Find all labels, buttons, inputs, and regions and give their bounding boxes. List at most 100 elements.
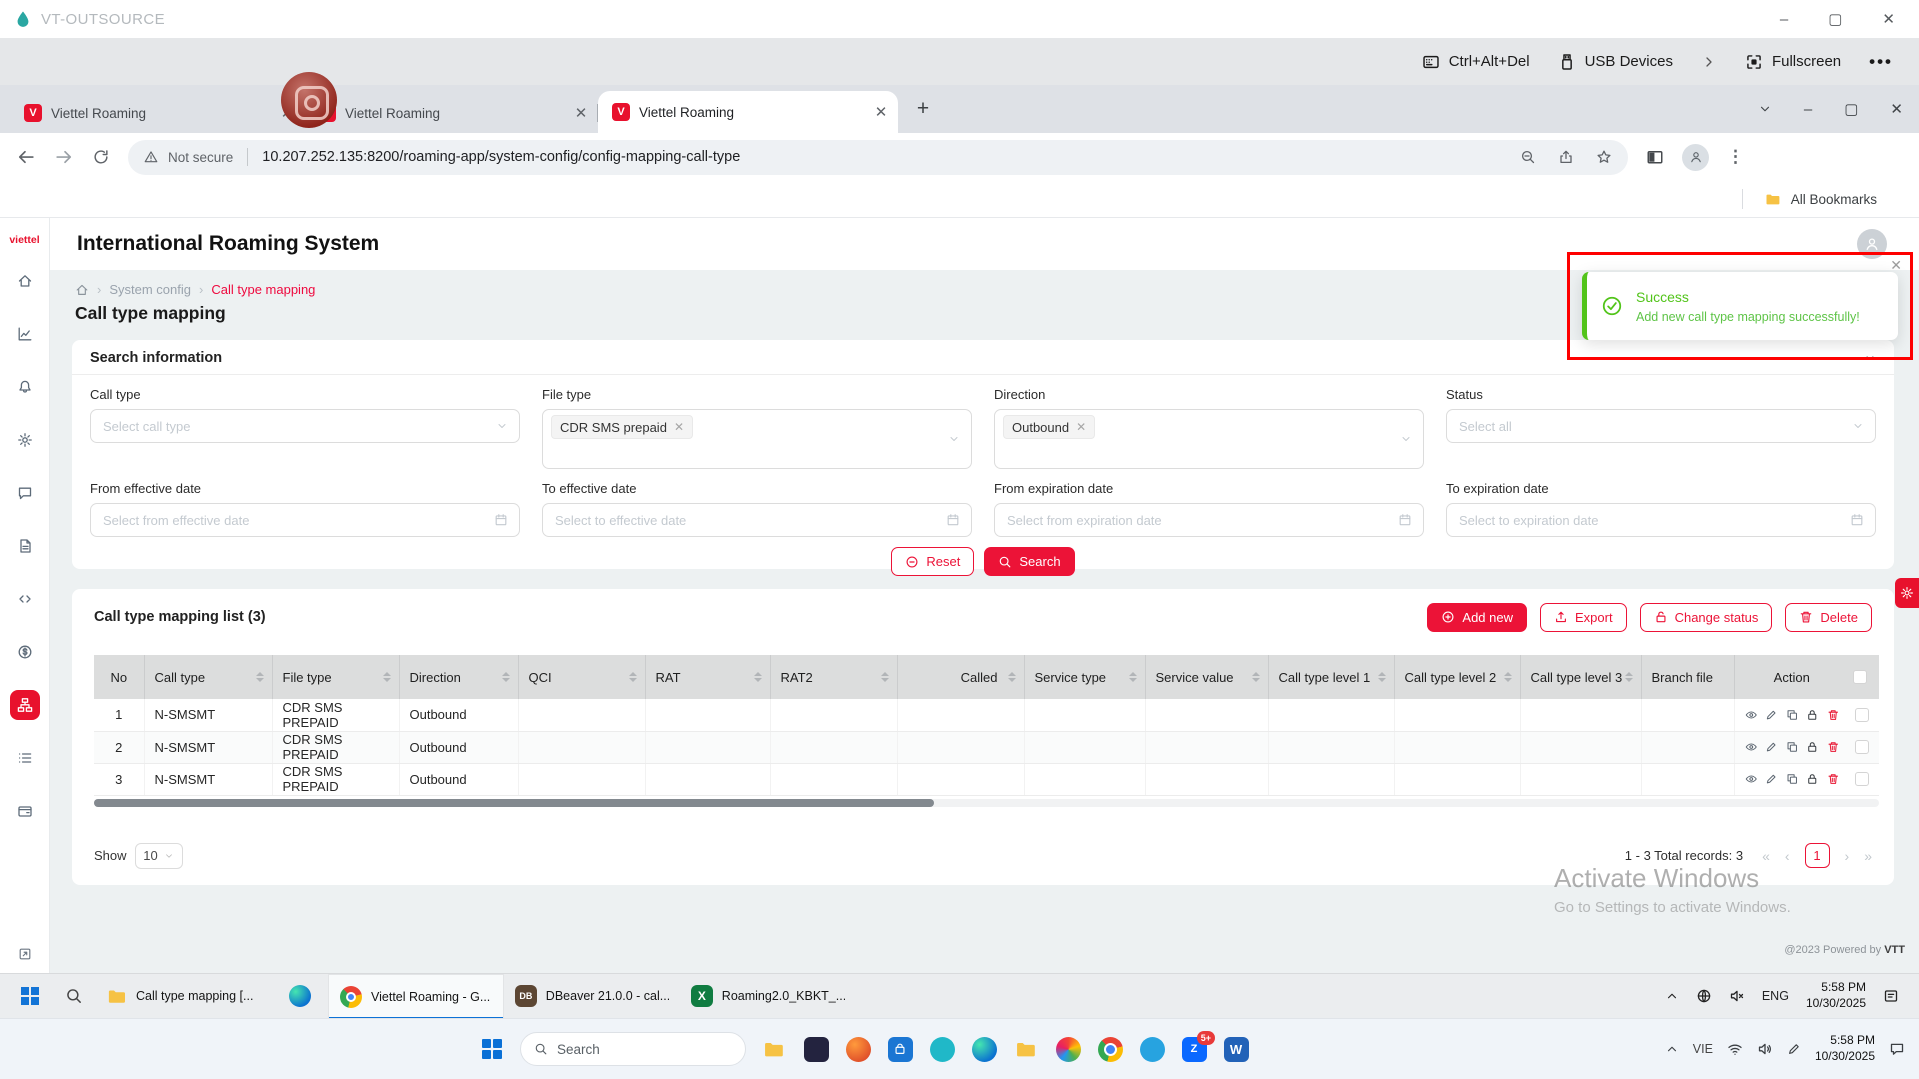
taskbar-icon-store[interactable] [886, 1035, 914, 1063]
view-icon[interactable] [1745, 772, 1758, 786]
col-call-type[interactable]: Call type [144, 655, 272, 699]
comment-icon[interactable] [1889, 1041, 1905, 1057]
sort-icon[interactable] [1129, 668, 1137, 686]
lock-icon[interactable] [1806, 772, 1819, 786]
language-indicator[interactable]: ENG [1762, 989, 1789, 1003]
notification-icon[interactable] [1883, 988, 1899, 1004]
new-tab-button[interactable]: + [906, 92, 940, 126]
sidebar-item-alerts[interactable] [10, 372, 40, 402]
side-panel-icon[interactable] [1646, 148, 1664, 166]
table-row[interactable]: 2 N-SMSMT CDR SMS PREPAID Outbound [94, 731, 1879, 763]
delete-row-icon[interactable] [1827, 708, 1840, 722]
taskbar-icon-skype[interactable] [1138, 1035, 1166, 1063]
copy-icon[interactable] [1786, 772, 1799, 786]
wifi-icon[interactable] [1727, 1041, 1743, 1057]
next-page-button[interactable]: › [1845, 848, 1850, 864]
sort-icon[interactable] [629, 668, 637, 686]
col-file-type[interactable]: File type [272, 655, 399, 699]
sort-icon[interactable] [1378, 668, 1386, 686]
zoom-out-icon[interactable] [1520, 149, 1536, 165]
change-status-button[interactable]: Change status [1640, 603, 1773, 632]
sidebar-item-reports[interactable] [10, 743, 40, 773]
local-clock[interactable]: 5:58 PM 10/30/2025 [1815, 1033, 1875, 1064]
table-row[interactable]: 1 N-SMSMT CDR SMS PREPAID Outbound [94, 699, 1879, 731]
forward-icon[interactable] [54, 147, 74, 167]
tag-remove-icon[interactable]: ✕ [674, 420, 684, 434]
back-icon[interactable] [16, 147, 36, 167]
sidebar-item-call-type-mapping-active[interactable] [10, 690, 40, 720]
sidebar-item-billing[interactable] [10, 796, 40, 826]
col-qci[interactable]: QCI [518, 655, 645, 699]
local-search-box[interactable]: Search [520, 1032, 746, 1066]
globe-icon[interactable] [1696, 988, 1712, 1004]
col-call-type-level-1[interactable]: Call type level 1 [1268, 655, 1394, 699]
row-checkbox[interactable] [1855, 772, 1869, 786]
sidebar-item-dashboard[interactable] [10, 319, 40, 349]
select-all-checkbox[interactable] [1853, 670, 1867, 684]
sidebar-item-integrations[interactable] [10, 584, 40, 614]
col-direction[interactable]: Direction [399, 655, 518, 699]
taskbar-app-excel[interactable]: X Roaming2.0_KBKT_... [680, 974, 856, 1019]
browser-menu-icon[interactable]: ⋮ [1727, 147, 1744, 167]
taskbar-app-chrome-active[interactable]: Viettel Roaming - G... [328, 974, 504, 1019]
share-icon[interactable] [1558, 149, 1574, 165]
usb-devices-button[interactable]: USB Devices [1558, 53, 1673, 71]
chevron-up-icon[interactable] [1665, 1042, 1679, 1056]
tab-search-chevron-icon[interactable] [1758, 102, 1772, 116]
file-type-tag[interactable]: CDR SMS prepaid✕ [551, 415, 693, 439]
pen-icon[interactable] [1787, 1042, 1801, 1056]
chevron-right-icon[interactable] [1701, 54, 1717, 70]
toast-close-icon[interactable]: ✕ [1890, 257, 1902, 274]
mute-icon[interactable] [1729, 988, 1745, 1004]
col-rat2[interactable]: RAT2 [770, 655, 897, 699]
export-button[interactable]: Export [1540, 603, 1627, 632]
delete-button[interactable]: Delete [1785, 603, 1872, 632]
col-service-value[interactable]: Service value [1145, 655, 1268, 699]
sort-icon[interactable] [1504, 668, 1512, 686]
tab-close-icon[interactable]: ✕ [872, 103, 890, 121]
address-bar[interactable]: Not secure 10.207.252.135:8200/roaming-a… [128, 140, 1628, 175]
view-icon[interactable] [1745, 740, 1758, 754]
col-called[interactable]: Called [897, 655, 1024, 699]
lock-icon[interactable] [1806, 708, 1819, 722]
tab-viettel-roaming-1[interactable]: V Viettel Roaming ✕ [10, 93, 304, 133]
to-expiration-date-input[interactable]: Select to expiration date [1446, 503, 1876, 537]
sort-icon[interactable] [256, 668, 264, 686]
taskbar-icon-chat-teal[interactable] [928, 1035, 956, 1063]
sort-icon[interactable] [502, 668, 510, 686]
status-select[interactable]: Select all [1446, 409, 1876, 443]
add-new-button[interactable]: Add new [1427, 603, 1527, 632]
from-expiration-date-input[interactable]: Select from expiration date [994, 503, 1424, 537]
remote-more-button[interactable]: ••• [1869, 52, 1893, 72]
ctrl-alt-del-button[interactable]: Ctrl+Alt+Del [1422, 53, 1530, 71]
url-text[interactable]: 10.207.252.135:8200/roaming-app/system-c… [262, 149, 740, 165]
taskbar-app-dbeaver[interactable]: DB DBeaver 21.0.0 - cal... [504, 974, 680, 1019]
settings-fab-button[interactable] [1895, 578, 1919, 608]
table-row[interactable]: 3 N-SMSMT CDR SMS PREPAID Outbound [94, 763, 1879, 795]
file-type-multiselect[interactable]: CDR SMS prepaid✕ [542, 409, 972, 469]
local-start-button[interactable] [478, 1035, 506, 1063]
fullscreen-button[interactable]: Fullscreen [1745, 53, 1841, 71]
home-icon[interactable] [75, 283, 89, 297]
col-call-type-level-2[interactable]: Call type level 2 [1394, 655, 1520, 699]
browser-minimize-button[interactable]: – [1804, 101, 1812, 118]
delete-row-icon[interactable] [1827, 772, 1840, 786]
col-service-type[interactable]: Service type [1024, 655, 1145, 699]
sidebar-item-settings[interactable] [10, 425, 40, 455]
taskbar-icon-folder[interactable] [1012, 1035, 1040, 1063]
remote-start-button[interactable] [8, 974, 52, 1019]
lock-icon[interactable] [1806, 740, 1819, 754]
copy-icon[interactable] [1786, 708, 1799, 722]
all-bookmarks-button[interactable]: All Bookmarks [1791, 192, 1877, 207]
edit-icon[interactable] [1765, 772, 1778, 786]
edit-icon[interactable] [1765, 708, 1778, 722]
current-page-button[interactable]: 1 [1805, 843, 1830, 868]
remote-maximize-button[interactable]: ▢ [1828, 10, 1842, 28]
taskbar-icon-app-dark[interactable] [802, 1035, 830, 1063]
scrollbar-thumb[interactable] [94, 799, 934, 807]
sort-icon[interactable] [881, 668, 889, 686]
call-type-select[interactable]: Select call type [90, 409, 520, 443]
from-effective-date-input[interactable]: Select from effective date [90, 503, 520, 537]
not-secure-warning-icon[interactable] [144, 150, 158, 164]
copy-icon[interactable] [1786, 740, 1799, 754]
